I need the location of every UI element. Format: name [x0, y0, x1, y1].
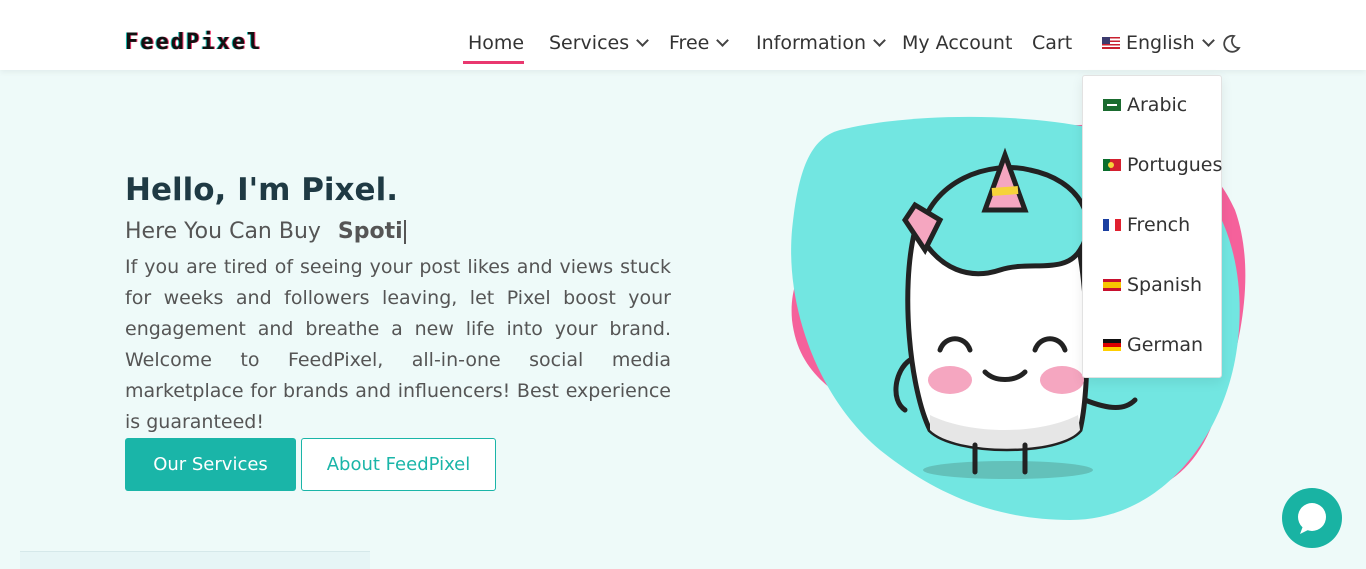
hero-title: Hello, I'm Pixel. [125, 172, 398, 208]
language-option-spanish[interactable]: Spanish [1103, 274, 1202, 296]
chevron-down-icon [716, 33, 730, 47]
language-option-french[interactable]: French [1103, 214, 1190, 236]
language-dropdown: Arabic Portugues French Spanish German [1082, 75, 1222, 378]
us-flag-icon [1102, 37, 1120, 49]
our-services-button[interactable]: Our Services [125, 438, 296, 491]
language-option-label: Spanish [1127, 274, 1203, 296]
language-option-german[interactable]: German [1103, 334, 1203, 356]
nav-home[interactable]: Home [468, 32, 524, 54]
site-header: FeedPixel Home Services Free Information… [0, 0, 1366, 70]
language-option-label: German [1127, 334, 1204, 356]
chevron-down-icon [873, 33, 886, 47]
language-selector[interactable]: English [1102, 32, 1215, 54]
nav-my-account-label: My Account [902, 32, 1013, 54]
pt-flag-icon [1103, 159, 1121, 171]
language-option-label: Portugues [1127, 154, 1223, 176]
language-option-label: Arabic [1127, 94, 1188, 116]
logo[interactable]: FeedPixel [125, 30, 262, 55]
nav-cart-label: Cart [1032, 32, 1073, 54]
es-flag-icon [1103, 279, 1121, 291]
hero-subtitle-prefix: Here You Can Buy [125, 219, 321, 244]
nav-free[interactable]: Free [669, 32, 730, 54]
language-option-label: French [1127, 214, 1191, 236]
chat-button[interactable] [1282, 488, 1342, 548]
de-flag-icon [1103, 339, 1121, 351]
hero-typed-text: Spoti [337, 219, 403, 244]
sa-flag-icon [1103, 99, 1121, 111]
language-option-arabic[interactable]: Arabic [1103, 94, 1187, 116]
nav-services-label: Services [549, 32, 630, 54]
moon-icon[interactable] [1221, 34, 1241, 54]
chat-bubble-icon [1298, 503, 1326, 534]
chevron-down-icon [636, 33, 649, 47]
nav-information[interactable]: Information [756, 32, 886, 54]
fr-flag-icon [1103, 219, 1121, 231]
about-feedpixel-button[interactable]: About FeedPixel [301, 438, 496, 491]
nav-services[interactable]: Services [549, 32, 649, 54]
language-selector-label: English [1126, 32, 1195, 54]
language-option-portugues[interactable]: Portugues [1103, 154, 1222, 176]
active-nav-indicator [463, 61, 524, 64]
chevron-down-icon [1201, 33, 1215, 47]
nav-free-label: Free [669, 32, 710, 54]
hero-description: If you are tired of seeing your post lik… [125, 256, 671, 433]
next-section-card [20, 551, 370, 569]
nav-home-label: Home [468, 32, 525, 54]
hero-subtitle: Here You Can Buy Spoti [125, 219, 406, 244]
typing-cursor [403, 220, 406, 244]
nav-cart[interactable]: Cart [1032, 32, 1072, 54]
nav-my-account[interactable]: My Account [902, 32, 1012, 54]
nav-information-label: Information [756, 32, 866, 54]
